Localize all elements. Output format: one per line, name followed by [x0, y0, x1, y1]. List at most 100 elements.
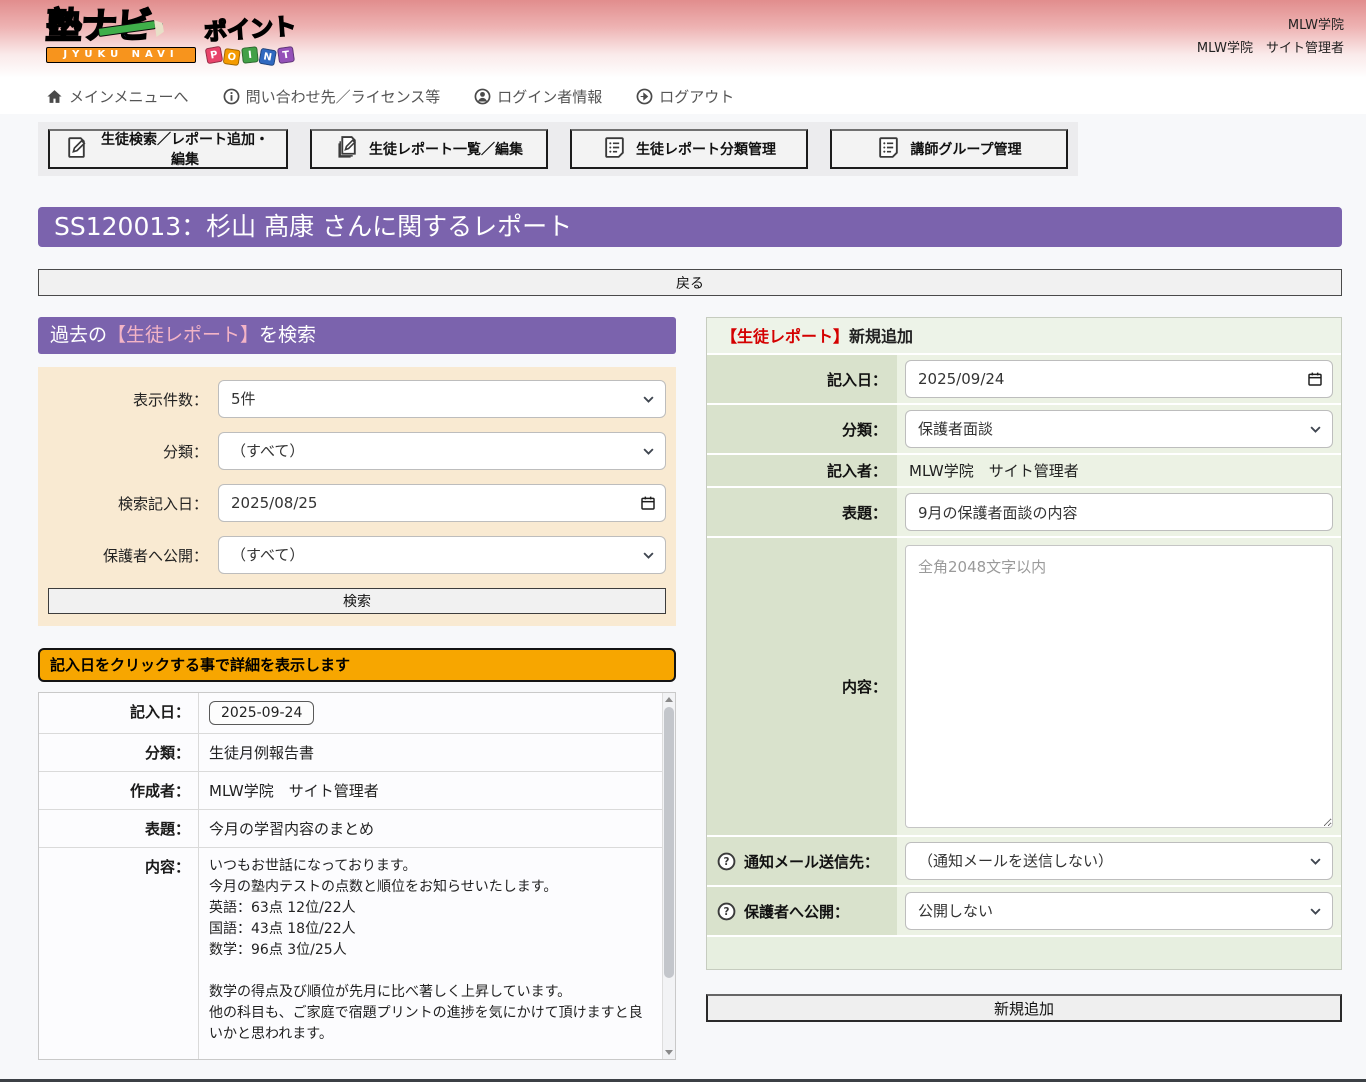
form-row-mail: ? 通知メール送信先： （通知メールを送信しない）	[707, 837, 1341, 887]
new-date-label: 記入日：	[707, 355, 897, 405]
teacher-group-manage-button[interactable]: 講師グループ管理	[830, 129, 1068, 169]
new-report-title-highlight: 【生徒レポート】	[721, 327, 849, 346]
nav-logout[interactable]: ログアウト	[636, 86, 734, 107]
nav-label: ログイン者情報	[497, 86, 602, 107]
nav-login-user-info[interactable]: ログイン者情報	[474, 86, 602, 107]
new-publish-label: 保護者へ公開：	[744, 901, 849, 922]
scroll-down-icon[interactable]	[663, 1046, 675, 1059]
detail-content-label: 内容：	[39, 848, 199, 1059]
report-detail-table: 記入日： 2025-09-24 分類： 生徒月例報告書 作成者： MLW学院 サ…	[38, 692, 676, 1060]
home-icon	[46, 88, 63, 105]
app-logo[interactable]: 塾ナビTM JYUKU NAVI ポイント P O I N T	[46, 8, 276, 70]
new-category-label: 分類：	[707, 405, 897, 455]
detail-table-scrollbar[interactable]	[662, 693, 675, 1059]
detail-subject-label: 表題：	[39, 810, 199, 847]
display-count-select[interactable]: 5件	[218, 380, 666, 418]
school-name: MLW学院	[1197, 14, 1344, 37]
detail-category-label: 分類：	[39, 734, 199, 771]
detail-author-value: MLW学院 サイト管理者	[199, 772, 662, 809]
new-report-title-suffix: 新規追加	[849, 327, 913, 346]
search-button[interactable]: 検索	[48, 588, 666, 614]
form-row-date: 記入日：	[707, 355, 1341, 405]
info-icon	[223, 88, 240, 105]
display-count-label: 表示件数：	[48, 389, 208, 410]
add-new-report-button[interactable]: 新規追加	[706, 994, 1342, 1022]
scrollbar-thumb[interactable]	[664, 707, 674, 978]
new-category-select[interactable]: 保護者面談	[905, 410, 1333, 448]
scroll-up-icon[interactable]	[663, 693, 675, 706]
logo-banner: JYUKU NAVI	[46, 47, 196, 63]
new-author-value: MLW学院 サイト管理者	[897, 455, 1341, 488]
category-list-icon	[602, 135, 627, 164]
toolbar-button-label: 講師グループ管理	[910, 139, 1021, 159]
logo-jyuku: 塾	[45, 6, 83, 47]
nav-label: ログアウト	[659, 86, 734, 107]
point-tile: O	[223, 48, 241, 66]
point-tile: N	[258, 48, 277, 67]
search-form: 表示件数： 5件 分類： （すべて） 検索記入日：	[38, 367, 676, 626]
nav-main-menu[interactable]: メインメニューへ	[46, 86, 189, 107]
logo-point-tiles: P O I N T	[204, 47, 296, 63]
report-category-manage-button[interactable]: 生徒レポート分類管理	[570, 129, 808, 169]
detail-content-value: いつもお世話になっております。 今月の塾内テストの点数と順位をお知らせいたします…	[199, 848, 662, 1059]
detail-date-button[interactable]: 2025-09-24	[209, 701, 314, 725]
table-row: 分類： 生徒月例報告書	[39, 733, 662, 771]
group-list-icon	[876, 135, 901, 164]
user-name: MLW学院 サイト管理者	[1197, 37, 1344, 60]
toolbar: 生徒検索／レポート追加・編集 生徒レポート一覧／編集 生徒レポート分類管理 講師…	[38, 122, 1078, 176]
detail-date-label: 記入日：	[39, 693, 199, 733]
search-panel-title: 過去の【生徒レポート】を検索	[38, 317, 676, 354]
new-author-label: 記入者：	[707, 455, 897, 488]
detail-category-value: 生徒月例報告書	[199, 734, 662, 771]
form-row-author: 記入者： MLW学院 サイト管理者	[707, 455, 1341, 488]
publish-filter-label: 保護者へ公開：	[48, 545, 208, 566]
form-row-content: 内容：	[707, 538, 1341, 837]
question-icon[interactable]: ?	[717, 852, 736, 871]
new-report-panel: 【生徒レポート】新規追加 記入日： 分類： 保護者面談	[706, 317, 1342, 970]
new-mail-label: 通知メール送信先：	[744, 851, 879, 872]
report-list-edit-icon	[335, 135, 360, 164]
new-date-input[interactable]	[905, 360, 1333, 398]
detail-subject-value: 今月の学習内容のまとめ	[199, 810, 662, 847]
form-row-subject: 表題：	[707, 488, 1341, 538]
main-content: 過去の【生徒レポート】を検索 表示件数： 5件 分類： （すべて） 検索記入日：	[38, 317, 1328, 1060]
nav-label: 問い合わせ先／ライセンス等	[246, 86, 441, 107]
logout-icon	[636, 88, 653, 105]
new-report-column: 【生徒レポート】新規追加 記入日： 分類： 保護者面談	[706, 317, 1342, 1022]
toolbar-button-label: 生徒検索／レポート追加・編集	[98, 129, 272, 169]
new-publish-select[interactable]: 公開しない	[905, 892, 1333, 930]
new-content-textarea[interactable]	[905, 545, 1333, 828]
search-date-input[interactable]	[218, 484, 666, 522]
svg-text:?: ?	[724, 906, 730, 918]
panel-footer-spacer	[707, 937, 1341, 969]
publish-filter-select[interactable]: （すべて）	[218, 536, 666, 574]
new-subject-input[interactable]	[905, 493, 1333, 531]
new-report-title: 【生徒レポート】新規追加	[707, 318, 1341, 355]
point-tile: T	[277, 46, 295, 64]
student-search-report-edit-button[interactable]: 生徒検索／レポート追加・編集	[48, 129, 288, 169]
search-title-highlight: 【生徒レポート】	[107, 324, 259, 346]
new-subject-label: 表題：	[707, 488, 897, 538]
form-row-publish: ? 保護者へ公開： 公開しない	[707, 887, 1341, 937]
login-info: MLW学院 MLW学院 サイト管理者	[1197, 14, 1344, 60]
point-tile: I	[241, 46, 259, 64]
search-title-suffix: を検索	[259, 324, 316, 346]
edit-report-icon	[64, 135, 89, 164]
category-filter-label: 分類：	[48, 441, 208, 462]
table-row: 表題： 今月の学習内容のまとめ	[39, 809, 662, 847]
past-report-column: 過去の【生徒レポート】を検索 表示件数： 5件 分類： （すべて） 検索記入日：	[38, 317, 676, 1060]
page-title: SS120013：杉山 髙康 さんに関するレポート	[38, 207, 1342, 247]
form-row-category: 分類： 保護者面談	[707, 405, 1341, 455]
question-icon[interactable]: ?	[717, 902, 736, 921]
user-icon	[474, 88, 491, 105]
logo-point-kana: ポイント	[203, 7, 297, 47]
back-button[interactable]: 戻る	[38, 269, 1342, 296]
new-content-label: 内容：	[707, 538, 897, 837]
new-mail-select[interactable]: （通知メールを送信しない）	[905, 842, 1333, 880]
nav-contact-license[interactable]: 問い合わせ先／ライセンス等	[223, 86, 441, 107]
notice-banner: 記入日をクリックする事で詳細を表示します	[38, 648, 676, 682]
table-row: 記入日： 2025-09-24	[39, 693, 662, 733]
student-report-list-edit-button[interactable]: 生徒レポート一覧／編集	[310, 129, 548, 169]
category-filter-select[interactable]: （すべて）	[218, 432, 666, 470]
point-tile: P	[205, 46, 224, 65]
